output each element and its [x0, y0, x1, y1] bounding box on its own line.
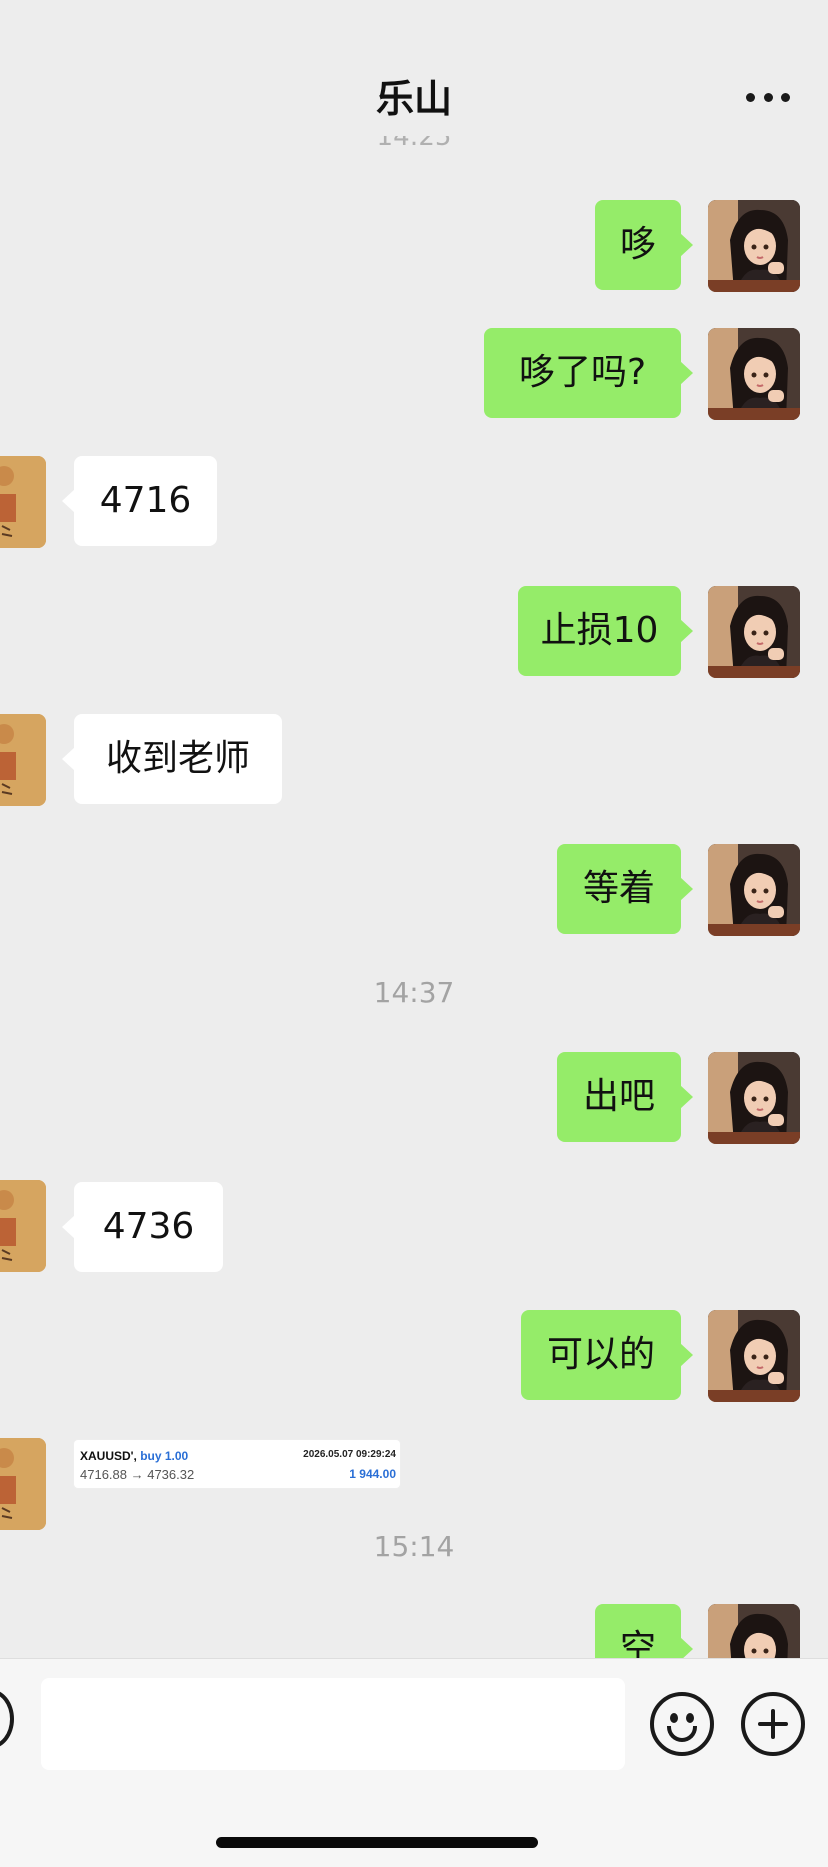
plus-icon[interactable] [741, 1692, 805, 1756]
trade-datetime: 2026.05.07 09:29:24 [303, 1449, 396, 1460]
message-text: 哆了吗? [518, 352, 647, 393]
dot [781, 92, 790, 102]
trade-profit: 1 944.00 [349, 1467, 396, 1481]
timestamp: 15:14 [373, 1530, 455, 1563]
contact-avatar[interactable] [0, 714, 46, 806]
self-avatar[interactable] [708, 328, 800, 420]
timestamp-partial: 14:25 [0, 136, 828, 150]
self-avatar[interactable] [708, 1310, 800, 1402]
message-bubble-outgoing[interactable]: 出吧 [557, 1052, 693, 1142]
dot [763, 92, 773, 102]
message-input[interactable] [41, 1678, 625, 1770]
home-indicator[interactable] [216, 1837, 538, 1848]
message-bubble-incoming[interactable]: 4716 [62, 456, 217, 546]
self-avatar[interactable] [708, 1604, 800, 1658]
message-bubble-outgoing[interactable]: 可以的 [521, 1310, 693, 1400]
message-bubble-incoming[interactable]: 收到老师 [62, 714, 282, 804]
emoji-icon[interactable] [650, 1692, 714, 1756]
message-bubble-incoming[interactable]: 4736 [62, 1182, 223, 1272]
message-text: 4736 [102, 1206, 195, 1247]
timestamp-partial-text: 14:25 [377, 136, 452, 150]
more-horizontal-icon[interactable] [746, 92, 790, 102]
contact-avatar[interactable] [0, 456, 46, 548]
trade-side: buy 1.00 [140, 1449, 189, 1463]
voice-icon[interactable] [0, 1689, 14, 1749]
emoji-mouth [667, 1726, 697, 1742]
emoji-eye [670, 1713, 678, 1723]
message-bubble-outgoing[interactable]: 止损10 [518, 586, 693, 676]
trade-symbol: XAUUSD', [80, 1449, 137, 1463]
message-text: 等着 [582, 868, 655, 909]
self-avatar[interactable] [708, 1052, 800, 1144]
message-bubble-outgoing[interactable]: 空 [595, 1604, 693, 1658]
emoji-eye [686, 1713, 694, 1723]
message-text: 空 [619, 1628, 656, 1658]
message-bubble-outgoing[interactable]: 哆了吗? [484, 328, 693, 418]
input-bar [0, 1658, 828, 1867]
message-text: 可以的 [546, 1334, 655, 1375]
self-avatar[interactable] [708, 200, 800, 292]
trade-screenshot-message[interactable]: XAUUSD', buy 1.00 2026.05.07 09:29:24 47… [74, 1440, 400, 1488]
message-text: 收到老师 [105, 738, 250, 779]
message-text: 4716 [99, 480, 192, 521]
self-avatar[interactable] [708, 844, 800, 936]
message-text: 止损10 [540, 610, 659, 651]
self-avatar[interactable] [708, 586, 800, 678]
message-text: 出吧 [582, 1076, 655, 1117]
message-list[interactable]: 哆 哆了吗? 4716 止损10 收到老师 等着 14:37 出吧 4736 可… [0, 0, 828, 1658]
dot [746, 92, 755, 102]
chat-header: 乐山 [0, 0, 828, 150]
message-text: 哆 [619, 224, 656, 265]
timestamp: 14:37 [373, 976, 455, 1009]
message-bubble-outgoing[interactable]: 哆 [595, 200, 693, 290]
chat-title[interactable]: 乐山 [0, 68, 828, 123]
trade-price-range: 4716.88 → 4736.32 [80, 1467, 195, 1482]
contact-avatar[interactable] [0, 1180, 46, 1272]
message-bubble-outgoing[interactable]: 等着 [557, 844, 693, 934]
trade-symbol-line: XAUUSD', buy 1.00 [80, 1449, 188, 1463]
contact-avatar[interactable] [0, 1438, 46, 1530]
